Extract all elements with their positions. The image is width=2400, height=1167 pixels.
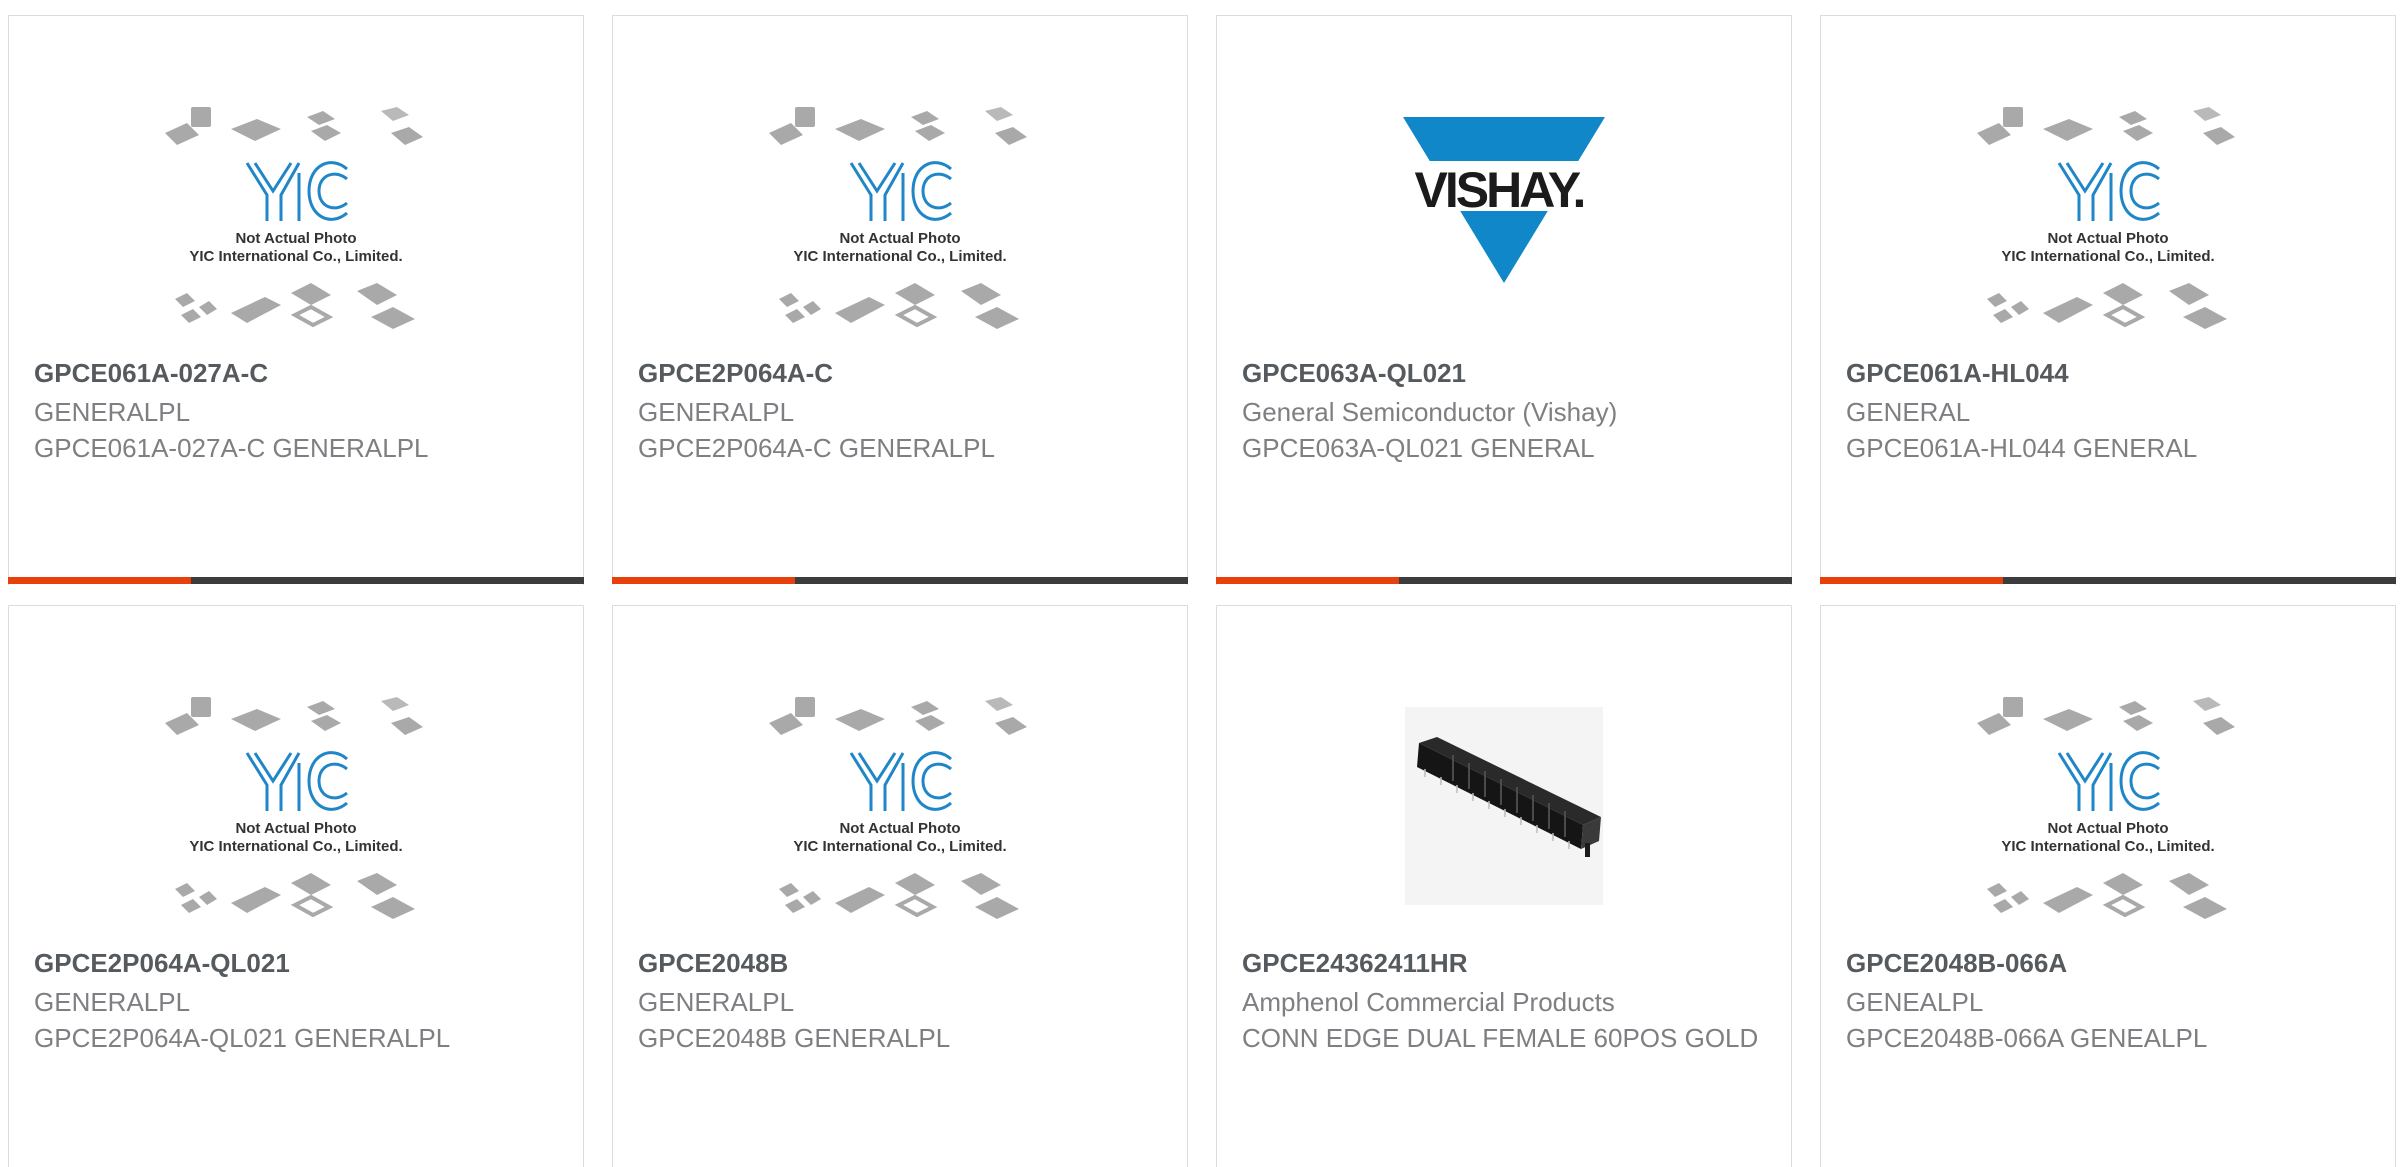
card-bottom-bar <box>8 577 584 584</box>
manufacturer: GENERALPL <box>34 987 191 1017</box>
placeholder-caption-line2: YIC International Co., Limited. <box>793 838 1006 855</box>
yic-placeholder-image: Not Actual Photo YIC International Co., … <box>769 697 1027 919</box>
yic-placeholder-image: Not Actual Photo YIC International Co., … <box>165 107 423 329</box>
vishay-logo-text: VISHAY. <box>1415 162 1584 218</box>
product-image[interactable]: Not Actual Photo YIC International Co., … <box>769 693 1031 925</box>
manufacturer: Amphenol Commercial Products <box>1242 987 1615 1017</box>
placeholder-caption-line1: Not Actual Photo <box>839 230 960 247</box>
placeholder-caption-line1: Not Actual Photo <box>2047 230 2168 247</box>
manufacturer: GENERALPL <box>34 397 191 427</box>
part-number[interactable]: GPCE2P064A-C <box>638 358 833 389</box>
manufacturer: GENERALPL <box>638 987 795 1017</box>
placeholder-caption-line1: Not Actual Photo <box>235 230 356 247</box>
card-accent <box>8 577 191 584</box>
part-number[interactable]: GPCE063A-QL021 <box>1242 358 1466 389</box>
product-card[interactable]: GPCE24362411HR Amphenol Commercial Produ… <box>1216 605 1792 1167</box>
part-number[interactable]: GPCE061A-HL044 <box>1846 358 2069 389</box>
description: GPCE2P064A-QL021 GENERALPL <box>34 1023 451 1053</box>
product-card[interactable]: Not Actual Photo YIC International Co., … <box>1820 15 2396 585</box>
product-image[interactable]: Not Actual Photo YIC International Co., … <box>1977 103 2239 335</box>
part-number[interactable]: GPCE24362411HR <box>1242 948 1467 979</box>
card-accent <box>612 577 795 584</box>
product-card[interactable]: Not Actual Photo YIC International Co., … <box>612 605 1188 1167</box>
placeholder-caption-line2: YIC International Co., Limited. <box>2001 838 2214 855</box>
product-image[interactable]: Not Actual Photo YIC International Co., … <box>1977 693 2239 925</box>
product-grid: Not Actual Photo YIC International Co., … <box>0 0 2400 1167</box>
yic-placeholder-image: Not Actual Photo YIC International Co., … <box>769 107 1027 329</box>
card-accent <box>1820 577 2003 584</box>
product-card[interactable]: Not Actual Photo YIC International Co., … <box>1820 605 2396 1167</box>
card-bottom-bar <box>1216 577 1792 584</box>
placeholder-caption-line1: Not Actual Photo <box>235 820 356 837</box>
yic-placeholder-image: Not Actual Photo YIC International Co., … <box>165 697 423 919</box>
product-image[interactable] <box>1373 693 1635 925</box>
description: GPCE061A-027A-C GENERALPL <box>34 433 429 463</box>
product-image[interactable]: Not Actual Photo YIC International Co., … <box>769 103 1031 335</box>
card-bottom-bar <box>1820 577 2396 584</box>
manufacturer: GENERAL <box>1846 397 1971 427</box>
manufacturer: General Semiconductor (Vishay) <box>1242 397 1618 427</box>
product-card[interactable]: Not Actual Photo YIC International Co., … <box>8 15 584 585</box>
product-image[interactable]: Not Actual Photo YIC International Co., … <box>165 693 427 925</box>
product-card[interactable]: Not Actual Photo YIC International Co., … <box>612 15 1188 585</box>
manufacturer: GENEALPL <box>1846 987 1984 1017</box>
yic-placeholder-image: Not Actual Photo YIC International Co., … <box>1977 107 2235 329</box>
product-image[interactable]: VISHAY. <box>1373 103 1635 335</box>
placeholder-caption-line2: YIC International Co., Limited. <box>793 248 1006 265</box>
part-number[interactable]: GPCE2P064A-QL021 <box>34 948 290 979</box>
description: GPCE063A-QL021 GENERAL <box>1242 433 1595 463</box>
part-number[interactable]: GPCE2048B-066A <box>1846 948 2067 979</box>
placeholder-caption-line1: Not Actual Photo <box>2047 820 2168 837</box>
description: GPCE061A-HL044 GENERAL <box>1846 433 2198 463</box>
placeholder-caption-line2: YIC International Co., Limited. <box>189 248 402 265</box>
description: GPCE2048B-066A GENEALPL <box>1846 1023 2208 1053</box>
card-bottom-bar <box>612 577 1188 584</box>
placeholder-caption-line2: YIC International Co., Limited. <box>2001 248 2214 265</box>
placeholder-caption-line1: Not Actual Photo <box>839 820 960 837</box>
placeholder-caption-line2: YIC International Co., Limited. <box>189 838 402 855</box>
edge-connector-photo <box>1405 707 1603 905</box>
description: CONN EDGE DUAL FEMALE 60POS GOLD <box>1242 1023 1759 1053</box>
part-number[interactable]: GPCE061A-027A-C <box>34 358 268 389</box>
product-card[interactable]: VISHAY. GPCE063A-QL021 General Semicondu… <box>1216 15 1792 585</box>
vishay-logo-image: VISHAY. <box>1393 117 1615 283</box>
card-accent <box>1216 577 1399 584</box>
product-card[interactable]: Not Actual Photo YIC International Co., … <box>8 605 584 1167</box>
product-image[interactable]: Not Actual Photo YIC International Co., … <box>165 103 427 335</box>
description: GPCE2048B GENERALPL <box>638 1023 951 1053</box>
part-number[interactable]: GPCE2048B <box>638 948 788 979</box>
yic-placeholder-image: Not Actual Photo YIC International Co., … <box>1977 697 2235 919</box>
description: GPCE2P064A-C GENERALPL <box>638 433 995 463</box>
manufacturer: GENERALPL <box>638 397 795 427</box>
